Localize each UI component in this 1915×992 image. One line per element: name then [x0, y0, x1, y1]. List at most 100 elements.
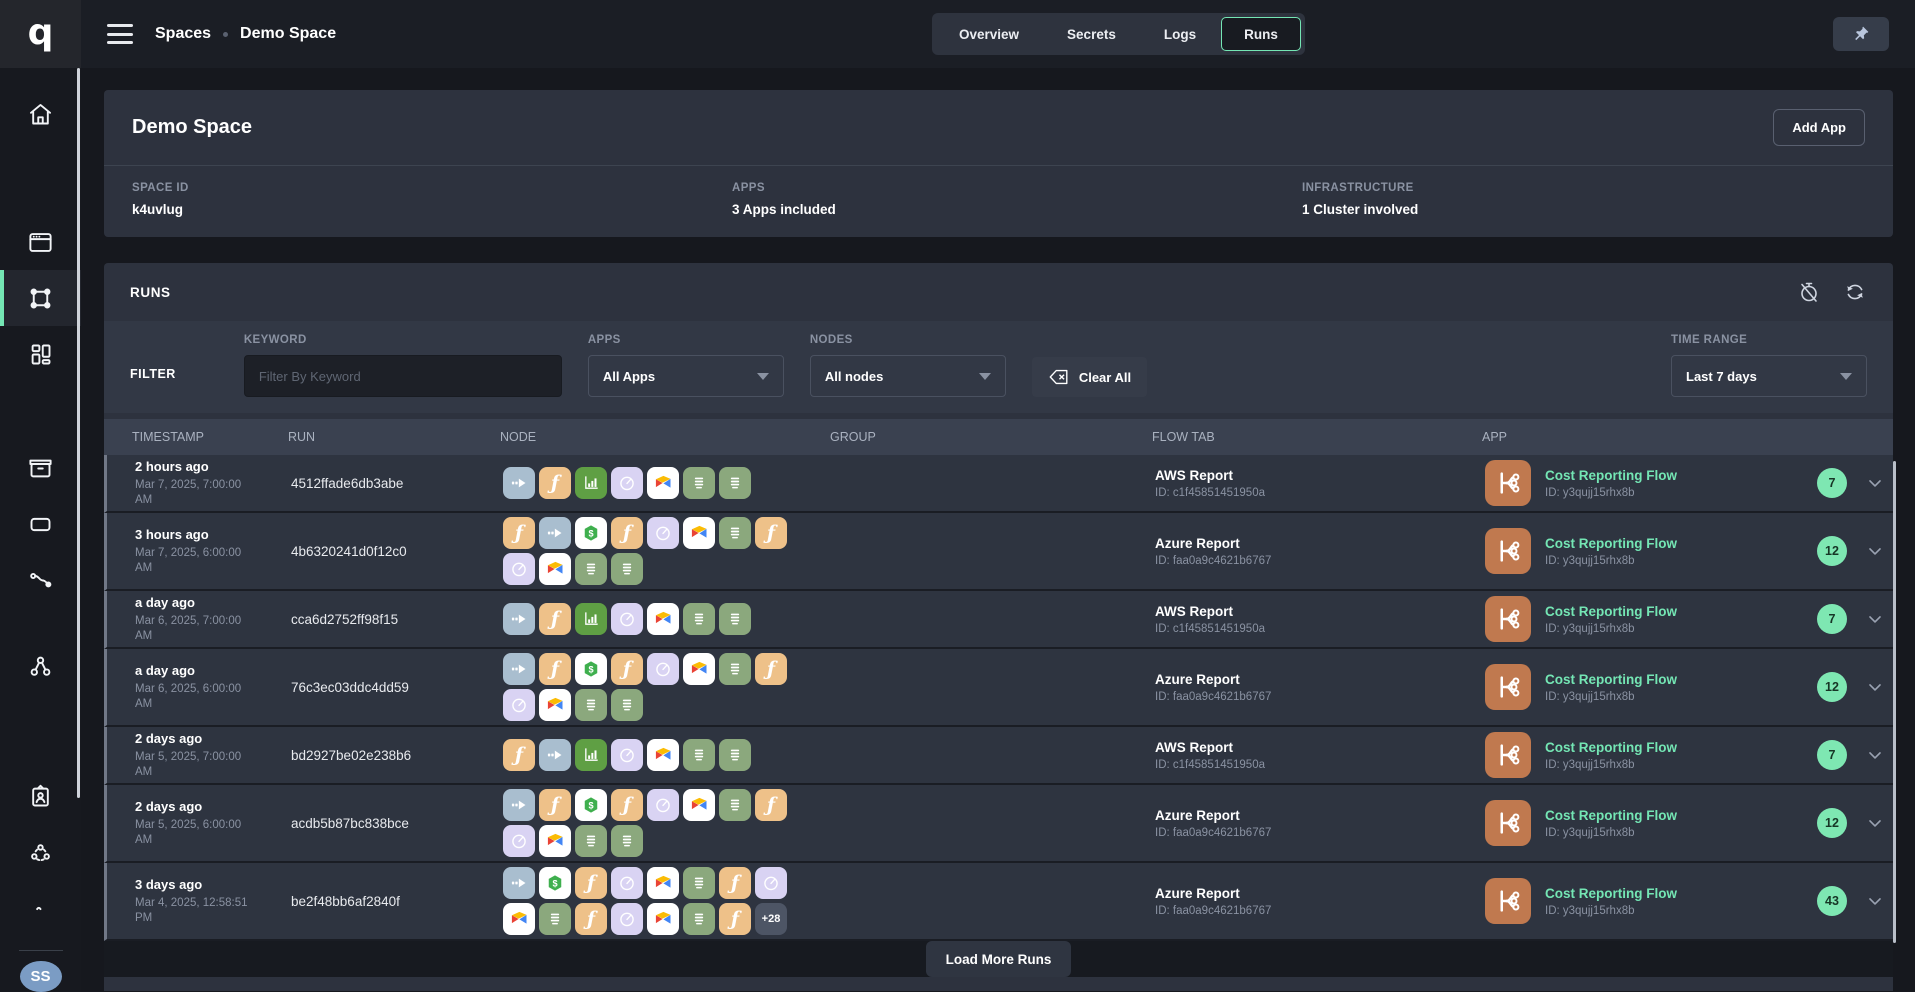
tab-runs[interactable]: Runs: [1221, 17, 1301, 51]
node-service-icon[interactable]: [647, 867, 679, 899]
node-cash-icon[interactable]: $: [575, 517, 607, 549]
breadcrumb-root[interactable]: Spaces: [155, 25, 211, 43]
node-cash-icon[interactable]: $: [539, 867, 571, 899]
app-logo[interactable]: q: [0, 0, 81, 68]
node-fn-icon[interactable]: ƒ: [503, 517, 535, 549]
nodes-dropdown[interactable]: All nodes: [810, 355, 1006, 397]
sidebar-item-app-window[interactable]: [0, 214, 81, 270]
node-fn-icon[interactable]: ƒ: [755, 517, 787, 549]
node-service-icon[interactable]: [683, 517, 715, 549]
node-list-icon[interactable]: [683, 467, 715, 499]
node-list-icon[interactable]: [611, 553, 643, 585]
node-service-icon[interactable]: [647, 603, 679, 635]
expand-row-chevron-icon[interactable]: [1865, 891, 1885, 911]
node-clock-icon[interactable]: [611, 603, 643, 635]
node-fn-icon[interactable]: ƒ: [503, 739, 535, 771]
node-list-icon[interactable]: [683, 603, 715, 635]
node-clock-icon[interactable]: [611, 739, 643, 771]
sidebar-item-layout-blocks[interactable]: [0, 326, 81, 382]
sidebar-item-team[interactable]: [0, 824, 81, 880]
sidebar-item-route[interactable]: [0, 552, 81, 608]
app-name-link[interactable]: Cost Reporting Flow: [1545, 808, 1677, 823]
timer-off-icon[interactable]: [1797, 280, 1821, 304]
run-row[interactable]: a day agoMar 6, 2025, 7:00:00 AMcca6d275…: [104, 591, 1893, 649]
node-service-icon[interactable]: [683, 789, 715, 821]
add-app-button[interactable]: Add App: [1773, 109, 1865, 146]
node-list-icon[interactable]: [719, 789, 751, 821]
refresh-icon[interactable]: [1843, 280, 1867, 304]
expand-row-chevron-icon[interactable]: [1865, 541, 1885, 561]
node-clock-icon[interactable]: [647, 653, 679, 685]
expand-row-chevron-icon[interactable]: [1865, 473, 1885, 493]
run-row[interactable]: 2 days agoMar 5, 2025, 7:00:00 AMbd2927b…: [104, 727, 1893, 785]
node-fn-icon[interactable]: ƒ: [539, 653, 571, 685]
sidebar-item-hierarchy[interactable]: [0, 638, 81, 694]
node-fn-icon[interactable]: ƒ: [611, 653, 643, 685]
node-chart-icon[interactable]: [575, 603, 607, 635]
node-list-icon[interactable]: [575, 825, 607, 857]
node-clock-icon[interactable]: [611, 903, 643, 935]
node-service-icon[interactable]: [683, 653, 715, 685]
clear-all-button[interactable]: Clear All: [1032, 357, 1147, 397]
expand-row-chevron-icon[interactable]: [1865, 677, 1885, 697]
table-scrollbar[interactable]: [1893, 461, 1896, 943]
time-range-dropdown[interactable]: Last 7 days: [1671, 355, 1867, 397]
sidebar-item-home[interactable]: [0, 86, 81, 142]
app-name-link[interactable]: Cost Reporting Flow: [1545, 536, 1677, 551]
node-fn-icon[interactable]: ƒ: [575, 867, 607, 899]
load-more-runs-button[interactable]: Load More Runs: [926, 941, 1072, 977]
node-list-icon[interactable]: [683, 903, 715, 935]
sidebar-item-archive-box[interactable]: [0, 440, 81, 496]
run-row[interactable]: a day agoMar 6, 2025, 6:00:00 AM76c3ec03…: [104, 649, 1893, 727]
sidebar-item-ellipsis[interactable]: [0, 880, 81, 936]
node-fn-icon[interactable]: ƒ: [539, 467, 571, 499]
node-list-icon[interactable]: [575, 689, 607, 721]
node-arrow-icon[interactable]: [503, 653, 535, 685]
node-arrow-icon[interactable]: [503, 789, 535, 821]
node-fn-icon[interactable]: ƒ: [611, 789, 643, 821]
app-name-link[interactable]: Cost Reporting Flow: [1545, 886, 1677, 901]
more-nodes-badge[interactable]: +28: [755, 903, 787, 935]
node-arrow-icon[interactable]: [503, 603, 535, 635]
keyword-input[interactable]: [244, 355, 562, 397]
sidebar-item-id-badge[interactable]: [0, 768, 81, 824]
node-chart-icon[interactable]: [575, 467, 607, 499]
node-fn-icon[interactable]: ƒ: [539, 603, 571, 635]
node-fn-icon[interactable]: ƒ: [755, 789, 787, 821]
user-avatar[interactable]: SS: [20, 961, 62, 992]
node-service-icon[interactable]: [539, 689, 571, 721]
node-list-icon[interactable]: [719, 467, 751, 499]
node-cash-icon[interactable]: $: [575, 653, 607, 685]
node-list-icon[interactable]: [611, 825, 643, 857]
node-service-icon[interactable]: [503, 903, 535, 935]
node-arrow-icon[interactable]: [503, 867, 535, 899]
node-cash-icon[interactable]: $: [575, 789, 607, 821]
run-row[interactable]: 2 days agoMar 5, 2025, 6:00:00 AMacdb5b8…: [104, 785, 1893, 863]
node-clock-icon[interactable]: [611, 467, 643, 499]
expand-row-chevron-icon[interactable]: [1865, 745, 1885, 765]
sidebar-item-select-area[interactable]: [0, 270, 81, 326]
app-name-link[interactable]: Cost Reporting Flow: [1545, 672, 1677, 687]
run-row[interactable]: 3 hours agoMar 7, 2025, 6:00:00 AM4b6320…: [104, 513, 1893, 591]
node-list-icon[interactable]: [611, 689, 643, 721]
node-list-icon[interactable]: [719, 739, 751, 771]
node-arrow-icon[interactable]: [503, 467, 535, 499]
node-clock-icon[interactable]: [647, 517, 679, 549]
node-list-icon[interactable]: [683, 867, 715, 899]
node-arrow-icon[interactable]: [539, 739, 571, 771]
node-list-icon[interactable]: [719, 603, 751, 635]
node-clock-icon[interactable]: [503, 825, 535, 857]
node-list-icon[interactable]: [719, 653, 751, 685]
node-fn-icon[interactable]: ƒ: [755, 653, 787, 685]
node-fn-icon[interactable]: ƒ: [611, 517, 643, 549]
hamburger-menu-icon[interactable]: [107, 24, 133, 44]
tab-secrets[interactable]: Secrets: [1044, 17, 1139, 51]
sidebar-item-display[interactable]: [0, 496, 81, 552]
sidebar-scrollbar[interactable]: [77, 68, 80, 798]
app-name-link[interactable]: Cost Reporting Flow: [1545, 604, 1677, 619]
node-clock-icon[interactable]: [755, 867, 787, 899]
node-fn-icon[interactable]: ƒ: [719, 867, 751, 899]
node-clock-icon[interactable]: [611, 867, 643, 899]
tab-logs[interactable]: Logs: [1141, 17, 1219, 51]
node-fn-icon[interactable]: ƒ: [575, 903, 607, 935]
